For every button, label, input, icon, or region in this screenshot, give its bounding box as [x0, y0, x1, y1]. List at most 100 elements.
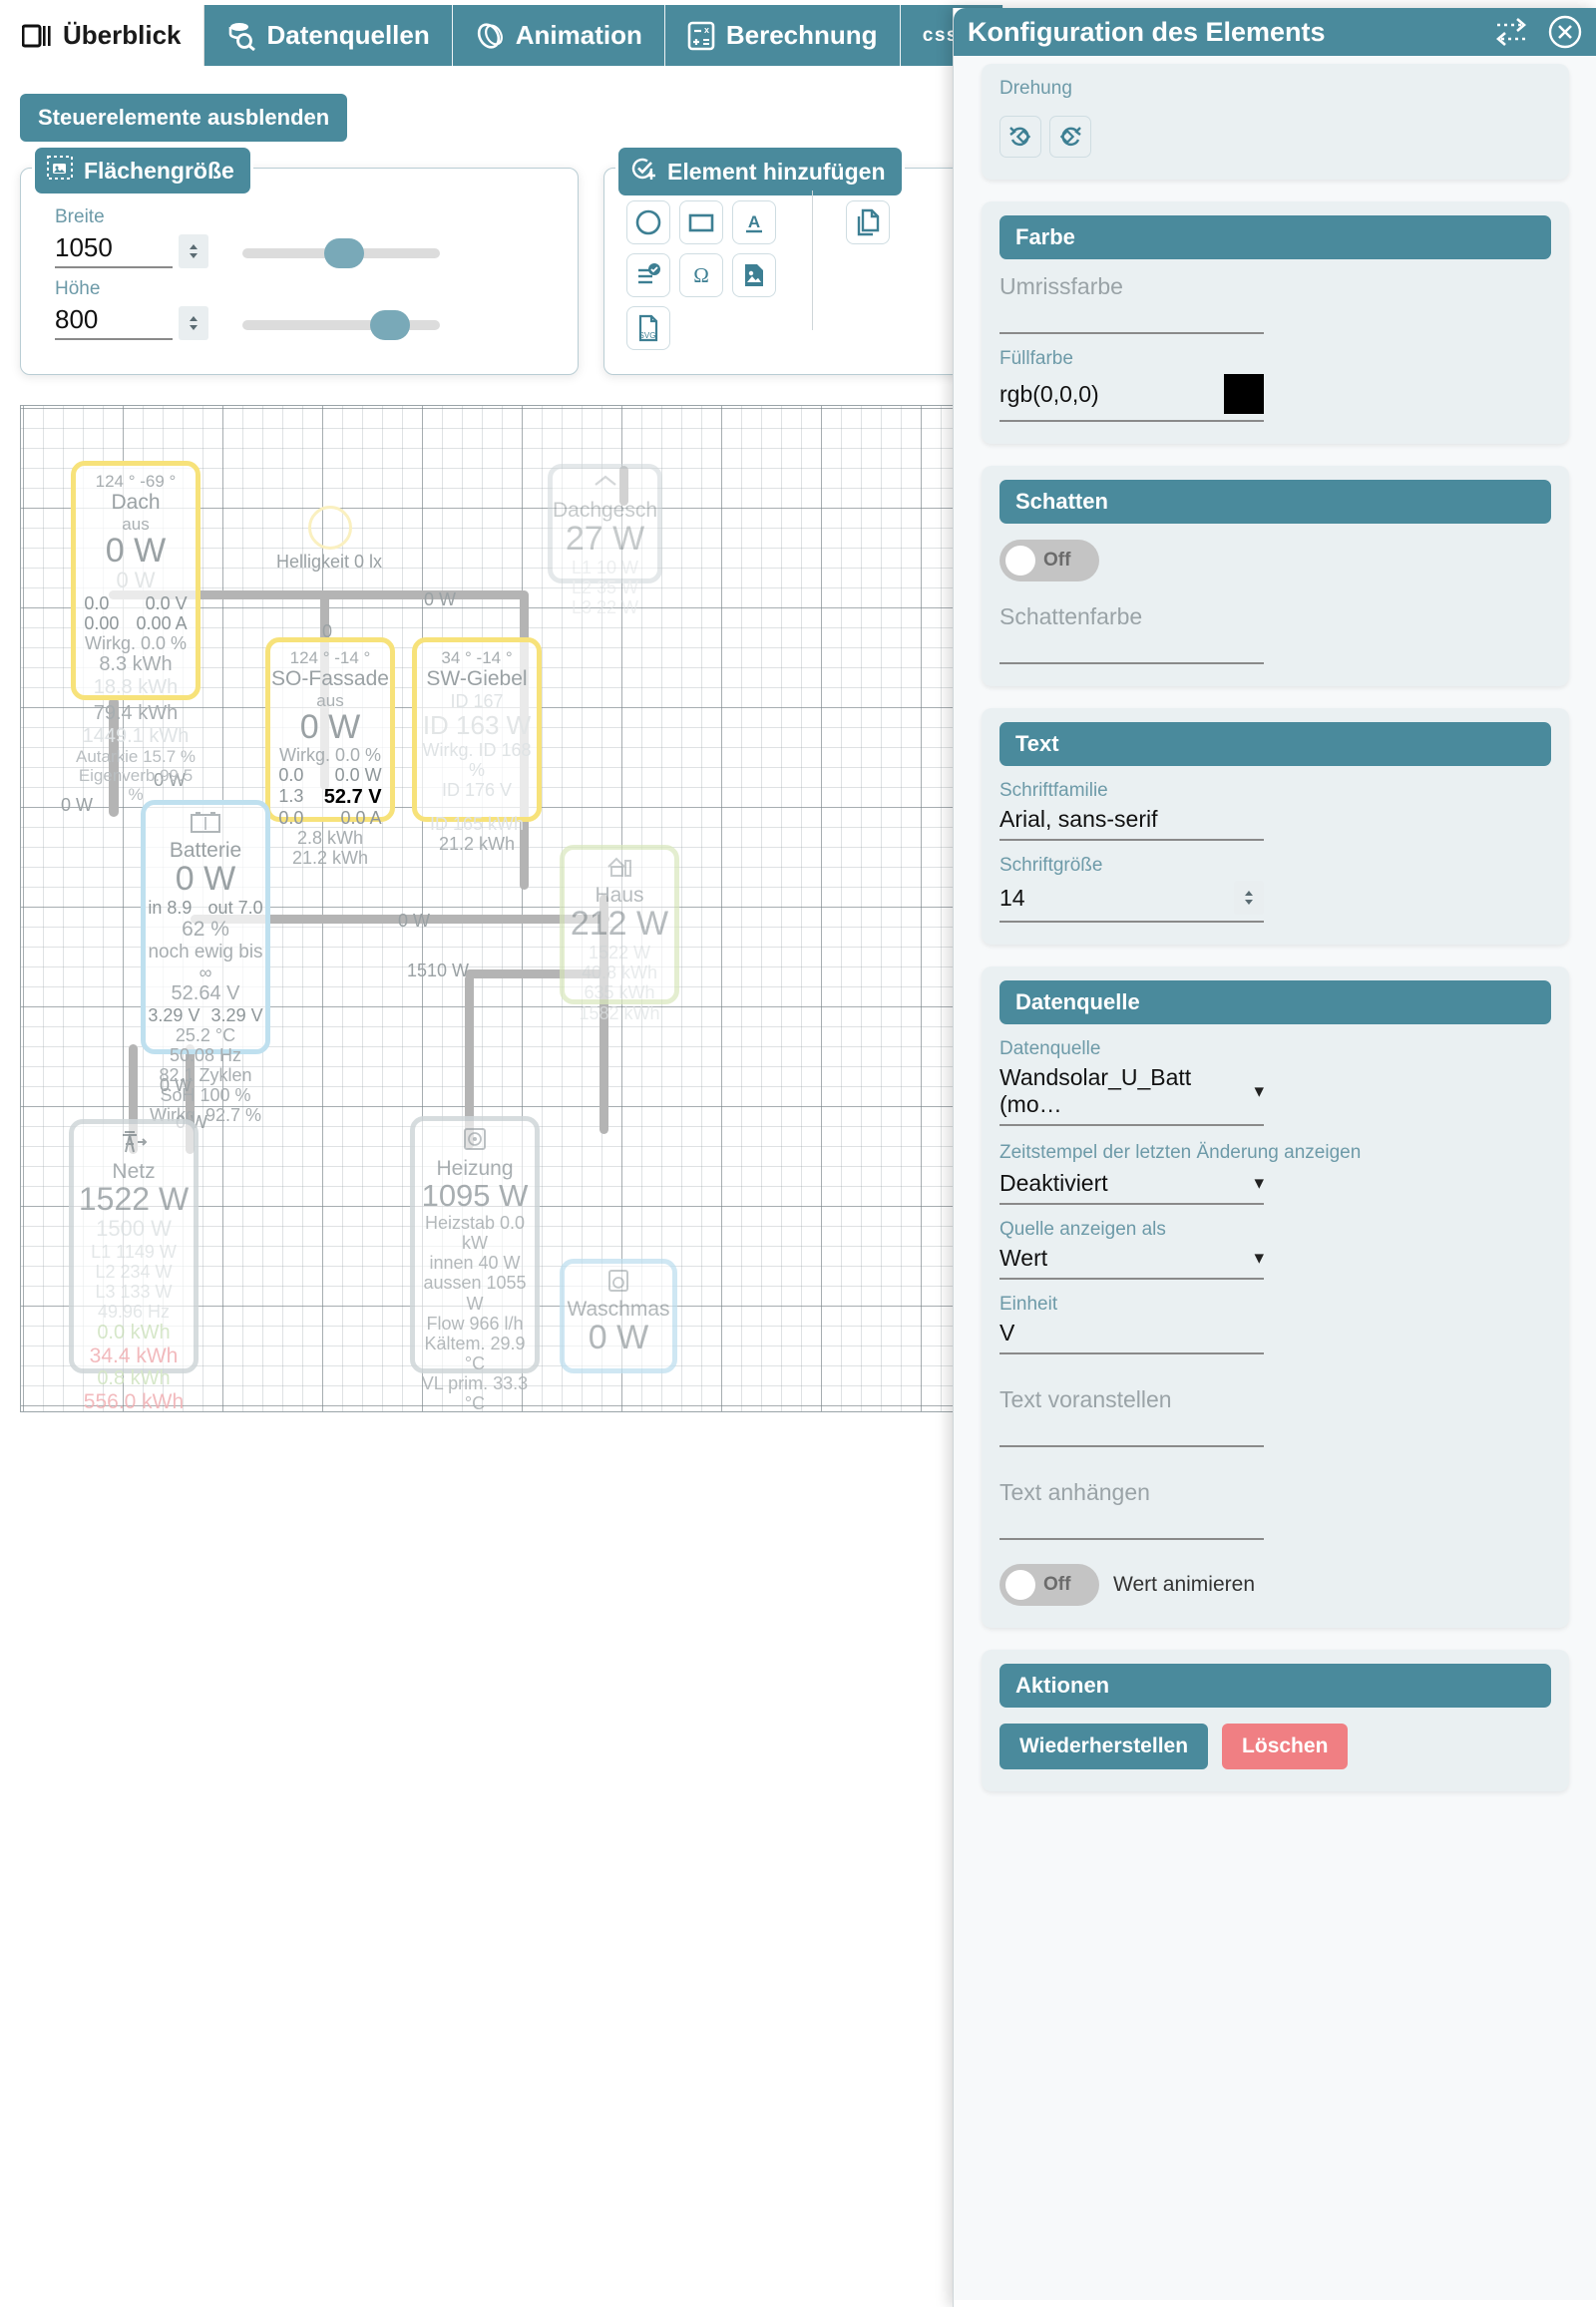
node-cell: 0.0 A [340, 807, 382, 828]
text-icon[interactable]: A [732, 200, 776, 244]
node-heizung[interactable]: Heizung 1095 W Heizstab 0.0 kW innen 40 … [410, 1116, 540, 1411]
font-size-input[interactable]: 14 [999, 877, 1264, 923]
node-batterie[interactable]: Batterie 0 W in 8.9 out 7.0 62 % noch ew… [141, 800, 270, 1125]
font-family-label: Schriftfamilie [999, 780, 1108, 801]
add-element-card-header: Element hinzufügen [618, 148, 902, 195]
animate-value-toggle[interactable]: Off [999, 1563, 1099, 1606]
node-waschmaschine[interactable]: Waschmas 0 W [560, 1259, 677, 1373]
prefix-text-input[interactable] [999, 1413, 1264, 1447]
washing-machine-icon [607, 1270, 629, 1297]
font-family-input[interactable]: Arial, sans-serif [999, 802, 1264, 841]
node-footer: Eigenverb.99.5 % [78, 765, 194, 804]
rectangle-icon[interactable] [679, 200, 723, 244]
svg-file-icon[interactable]: SVG [626, 306, 670, 350]
panel-body[interactable]: Drehung Farbe Umrissfarbe Füllfarbe rgb(… [954, 56, 1596, 2300]
overview-icon [22, 23, 52, 49]
tab-label: Animation [515, 20, 642, 50]
tab-datenquellen[interactable]: Datenquellen [203, 5, 453, 66]
list-check-icon[interactable] [626, 253, 670, 297]
timestamp-select[interactable]: Deaktiviert ▾ [999, 1166, 1264, 1205]
node-dachgeschoss[interactable]: Dachgesch 27 W L1 10 W L2 35 W L3 22 W [548, 464, 662, 617]
panel-title: Konfiguration des Elements [968, 16, 1326, 47]
display-as-label: Quelle anzeigen als [999, 1218, 1166, 1240]
width-slider[interactable] [242, 238, 440, 268]
node-line: 8.3 kWh [99, 653, 173, 676]
rotate-ccw-icon[interactable] [1049, 116, 1091, 158]
node-line: VL prim. 33.3 °C [421, 1373, 529, 1412]
height-stepper[interactable] [179, 306, 208, 340]
node-netz[interactable]: Netz 1522 W 1500 W L1 1149 W L2 234 W L3… [69, 1119, 199, 1411]
add-element-title: Element hinzufügen [667, 158, 886, 185]
attic-icon [594, 475, 617, 498]
swap-arrows-icon[interactable] [1491, 15, 1531, 49]
tab-berechnung[interactable]: x Berechnung [664, 5, 901, 66]
selected-element-value[interactable]: 52.7 V [324, 786, 382, 808]
node-line-pale: 635 kWh [584, 982, 655, 1003]
height-input[interactable]: 800 [55, 304, 173, 340]
element-config-panel: Konfiguration des Elements Drehung Farbe… [953, 8, 1596, 2307]
timestamp-value: Deaktiviert [999, 1169, 1108, 1196]
node-line-pale: ID 163 W [422, 709, 532, 740]
datasource-value: Wandsolar_U_Batt (mo… [999, 1064, 1192, 1117]
tab-animation[interactable]: Animation [452, 5, 665, 66]
heat-pump-icon [463, 1127, 487, 1156]
node-line-pale: 1449.1 kWh [82, 724, 190, 747]
height-slider[interactable] [242, 310, 440, 340]
node-subtitle: aus [316, 690, 344, 710]
node-cell: 0.0 [278, 765, 304, 786]
display-as-select[interactable]: Wert ▾ [999, 1241, 1264, 1280]
close-icon[interactable] [1547, 14, 1583, 50]
node-cell: 0.0 [84, 592, 110, 613]
hide-controls-button[interactable]: Steuerelemente ausblenden [20, 94, 348, 142]
node-line-pale: L2 35 W [571, 577, 639, 598]
fill-color-swatch[interactable] [1224, 374, 1264, 414]
node-cell: 0.0 [278, 807, 304, 828]
width-stepper[interactable] [179, 234, 208, 268]
fill-color-input[interactable]: rgb(0,0,0) [999, 370, 1264, 422]
node-line-pale: Wirkg. ID 168 % [422, 739, 532, 780]
house-icon [606, 856, 632, 883]
node-subtitle: aus [122, 514, 150, 534]
rotate-cw-icon[interactable] [999, 116, 1041, 158]
tab-uberblick[interactable]: Überblick [0, 5, 204, 66]
node-row: in 8.9 out 7.0 [148, 898, 262, 918]
node-title: Netz [112, 1159, 156, 1183]
node-line: innen 40 W [429, 1253, 521, 1274]
node-title: SW-Giebel [426, 667, 528, 691]
font-size-stepper[interactable] [1234, 881, 1264, 915]
canvas-label: 1510 W [407, 961, 470, 980]
stroke-color-input[interactable] [999, 300, 1264, 334]
node-line: 50.08 Hz [169, 1044, 242, 1065]
datasource-select[interactable]: Wandsolar_U_Batt (mo… ▾ [999, 1060, 1264, 1126]
node-cell: 0.00 A [136, 613, 188, 634]
node-line: SoH 100 % [160, 1085, 251, 1106]
tab-label: Berechnung [725, 20, 878, 50]
node-line: aussen 1055 W [423, 1273, 527, 1314]
node-line-green: 0.0 kWh [97, 1322, 171, 1345]
omega-icon[interactable]: Ω [679, 253, 723, 297]
node-line-pale: ID 176 V [441, 780, 513, 801]
node-haus[interactable]: Haus 212 W 1522 W 40.8 kWh 635 kWh 1582 … [560, 845, 679, 1023]
image-icon[interactable] [732, 253, 776, 297]
node-so-fassade[interactable]: 124 ° -14 ° SO-Fassade aus 0 W Wirkg. 0.… [265, 637, 395, 868]
node-row: 3.29 V 3.29 V [148, 1005, 262, 1025]
delete-button[interactable]: Löschen [1222, 1723, 1349, 1769]
suffix-text-input[interactable] [999, 1506, 1264, 1540]
node-row: 0.0 0.0 W [278, 765, 381, 785]
unit-input[interactable]: V [999, 1316, 1264, 1354]
rotation-label: Drehung [999, 78, 1072, 99]
node-dach[interactable]: 124 ° -69 ° Dach aus 0 W 0 W 0.0 0.0 V 0… [71, 461, 200, 804]
node-title: SO-Fassade [271, 667, 389, 691]
width-input[interactable]: 1050 [55, 232, 173, 268]
shadow-toggle[interactable]: Off [999, 540, 1099, 581]
diagram-canvas[interactable]: Helligkeit 0 lx 0 W 0 0 W 0 W 0 W 1510 W… [20, 405, 978, 1412]
color-section: Farbe Umrissfarbe Füllfarbe rgb(0,0,0) [982, 201, 1569, 444]
node-title: Dachgesch [552, 498, 658, 522]
restore-button[interactable]: Wiederherstellen [999, 1723, 1209, 1769]
node-sw-giebel[interactable]: 34 ° -14 ° SW-Giebel ID 167 ID 163 W Wir… [412, 637, 542, 854]
duplicate-icon[interactable] [846, 200, 890, 244]
animate-value-label: Wert animieren [1113, 1572, 1255, 1596]
circle-icon[interactable] [626, 200, 670, 244]
node-line: Heizstab 0.0 kW [424, 1212, 526, 1254]
shadow-color-input[interactable] [999, 630, 1264, 664]
